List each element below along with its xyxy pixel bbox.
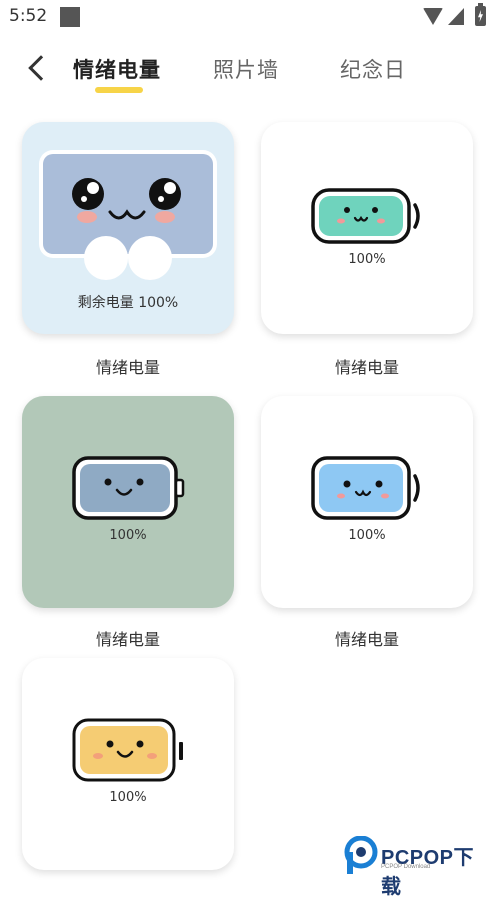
status-bar: 5:52 [0,0,495,34]
back-button[interactable] [24,52,54,86]
battery-face-icon [72,456,185,520]
tab-mood-battery[interactable]: 情绪电量 [73,54,161,84]
widget-card-3[interactable]: 100% [22,396,234,608]
notification-icon [60,7,80,27]
widget-card-2[interactable]: 100% [261,122,473,334]
widget-card-4[interactable]: 100% [261,396,473,608]
widget-card-1[interactable]: 剩余电量 100% [22,122,234,334]
tab-anniversary[interactable]: 纪念日 [340,54,406,84]
watermark-subtext: PCPOP Download [381,864,431,870]
status-time: 5:52 [9,6,48,26]
battery-face-icon [311,456,420,520]
tab-photo-wall[interactable]: 照片墙 [213,54,279,84]
battery-percent: 100% [109,790,147,805]
battery-percent: 100% [348,528,386,543]
battery-percent: 100% [109,528,147,543]
watermark-logo: PCPOP下载 PCPOP Download [343,836,493,898]
watermark-text: PCPOP下载 [381,847,475,898]
battery-face-icon [72,718,183,782]
wifi-icon [423,8,443,25]
card-title: 情绪电量 [334,358,399,377]
active-tab-indicator [95,87,143,93]
battery-percent: 100% [348,252,386,267]
pcpop-logo-icon [344,836,378,874]
top-nav: 情绪电量 照片墙 纪念日 [0,40,495,102]
card-title: 情绪电量 [95,630,160,649]
battery-caption: 剩余电量 100% [77,295,179,311]
chevron-left-icon [28,55,54,81]
card-title: 情绪电量 [334,630,399,649]
battery-face-icon [311,188,420,244]
battery-charging-icon [475,3,486,26]
widget-card-5[interactable]: 100% [22,658,234,870]
card-title: 情绪电量 [95,358,160,377]
signal-icon [448,8,464,25]
